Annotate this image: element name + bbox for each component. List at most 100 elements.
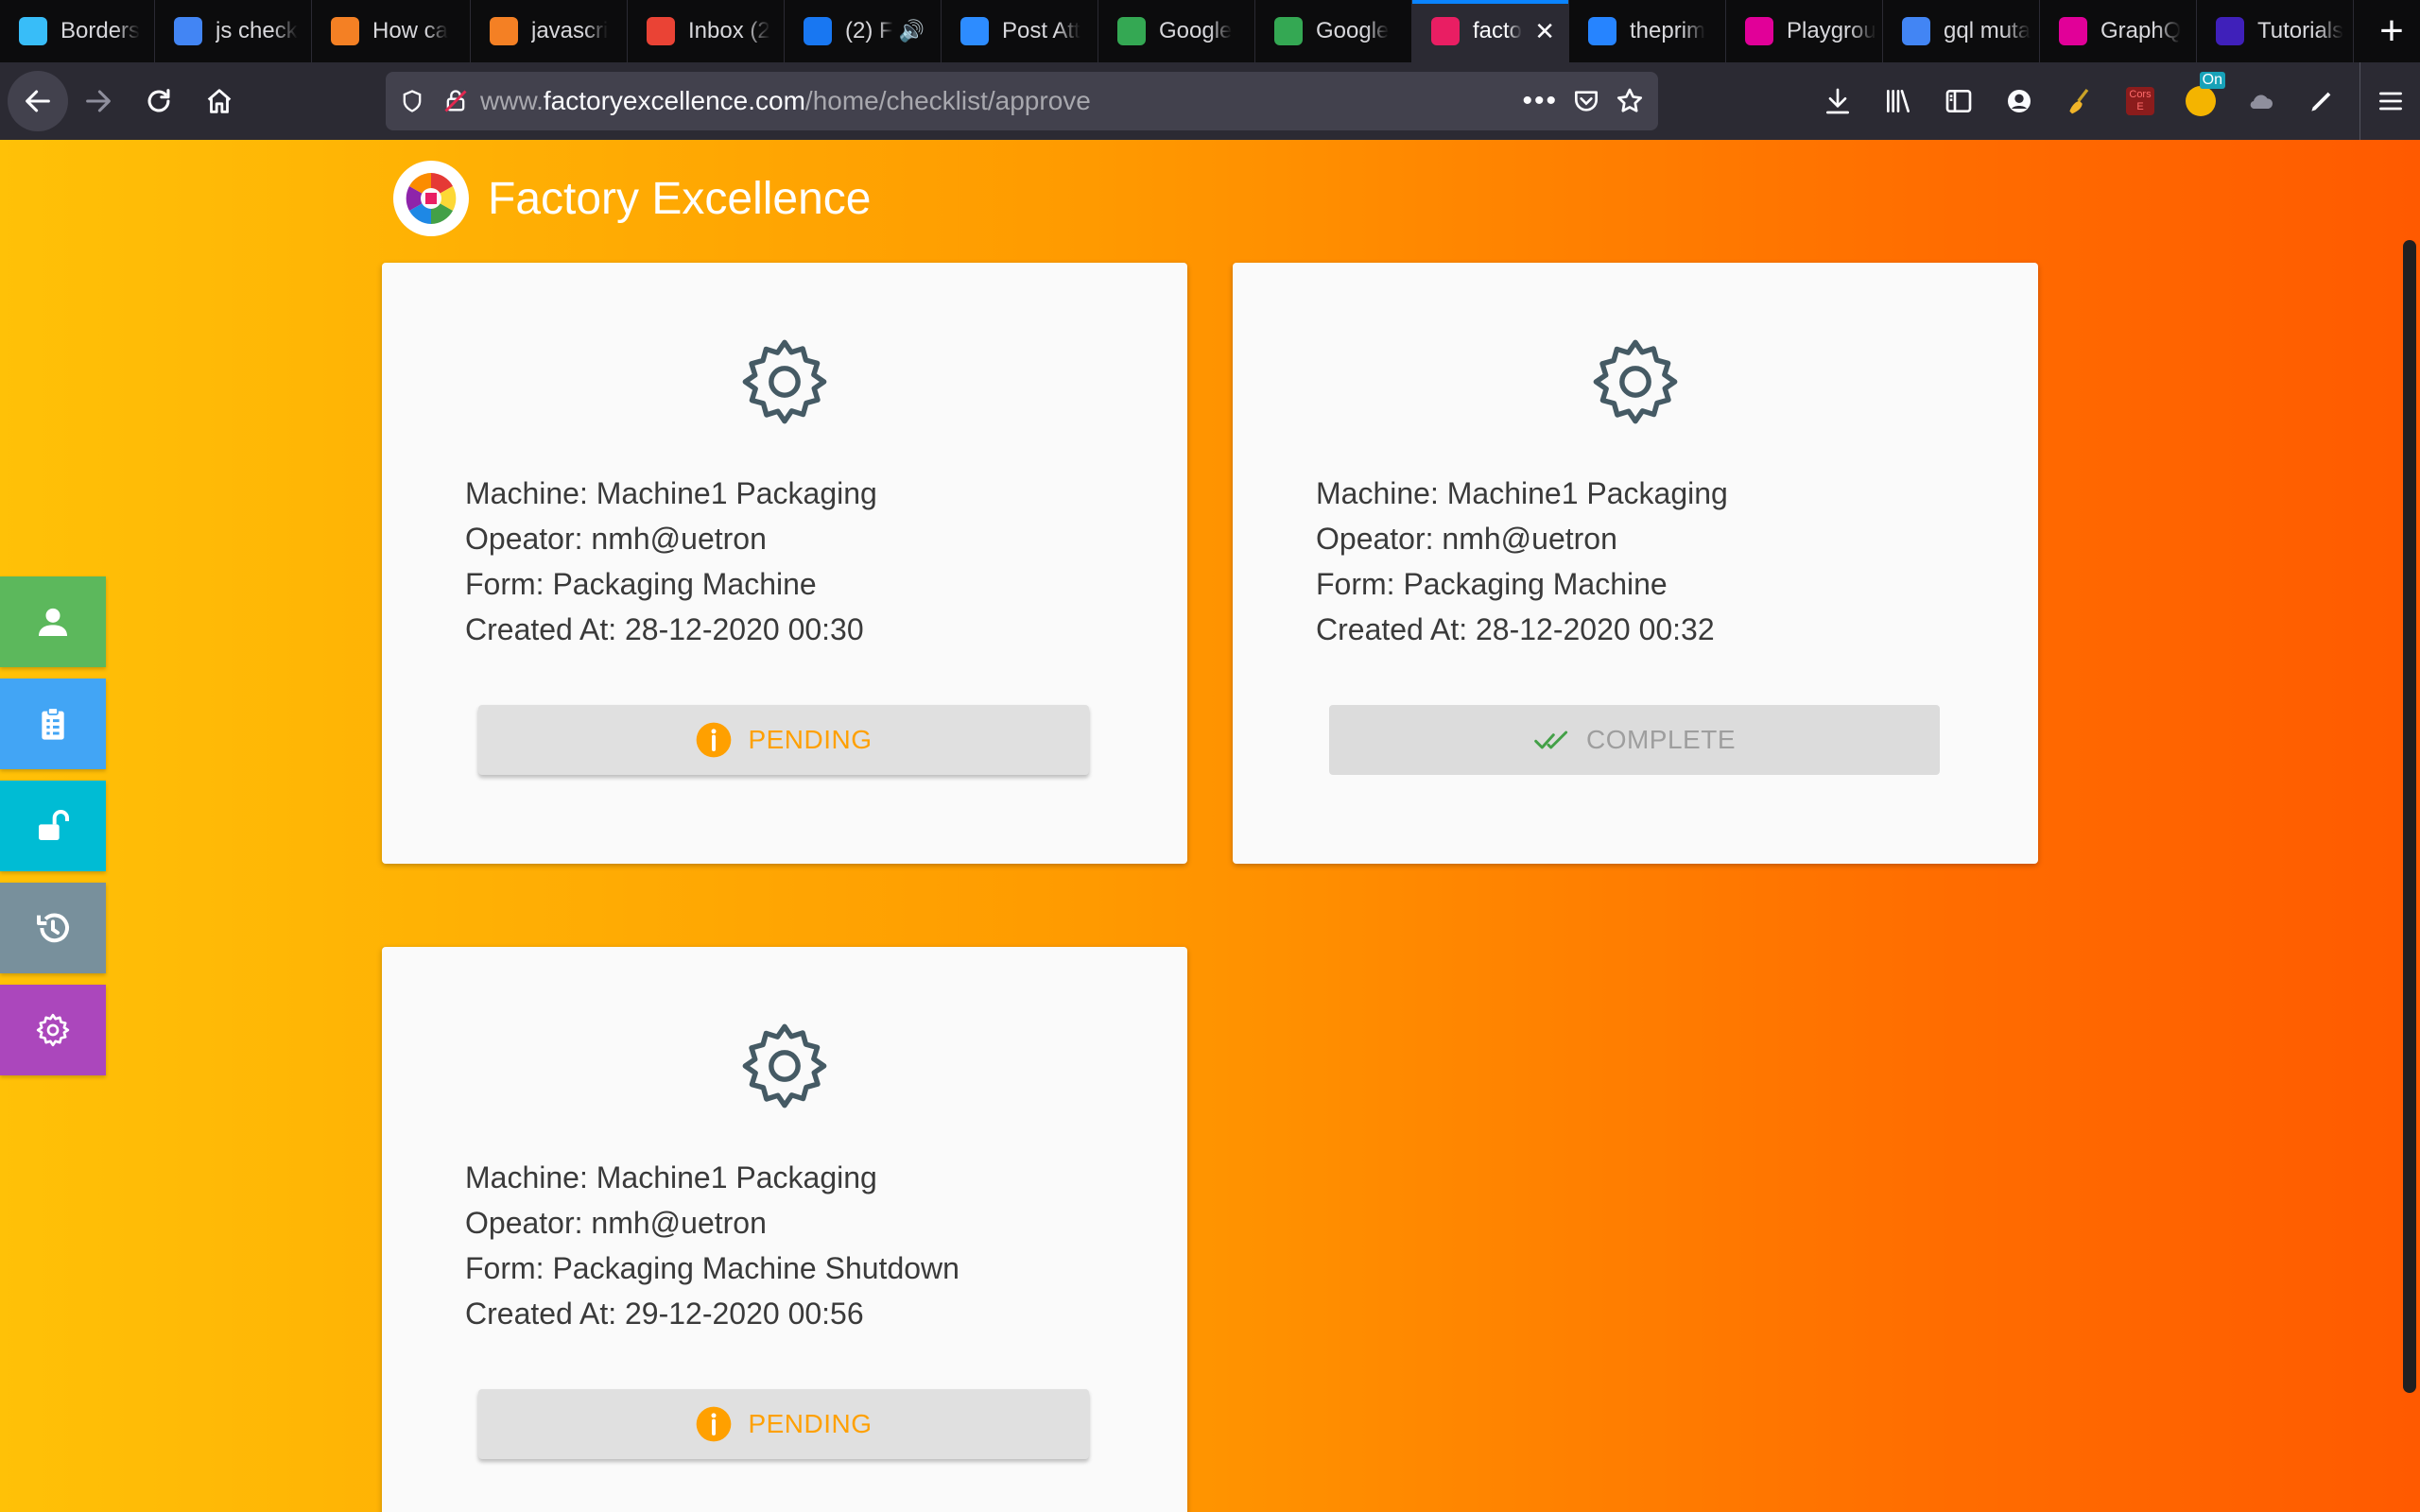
tracking-shield-icon[interactable] bbox=[386, 72, 439, 130]
factory-icon bbox=[1431, 17, 1460, 45]
google-icon bbox=[174, 17, 202, 45]
info-icon bbox=[695, 721, 733, 759]
tab-label: Google bbox=[1159, 18, 1233, 43]
extension-toggle-button[interactable]: On bbox=[2170, 62, 2231, 140]
checklist-card[interactable]: Machine: Machine1 Packaging Opeator: nmh… bbox=[382, 263, 1187, 864]
complete-status-button: COMPLETE bbox=[1329, 705, 1940, 775]
reload-button[interactable] bbox=[129, 71, 189, 131]
factory-logo-icon[interactable] bbox=[393, 161, 469, 236]
side-menu-settings[interactable] bbox=[0, 985, 106, 1075]
library-button[interactable] bbox=[1868, 62, 1928, 140]
reload-icon bbox=[147, 89, 170, 112]
browser-tab[interactable]: javascri bbox=[471, 0, 628, 62]
bitbucket-icon bbox=[1588, 17, 1616, 45]
page-scrollbar[interactable] bbox=[2403, 240, 2416, 1393]
checklist-card[interactable]: Machine: Machine1 Packaging Opeator: nmh… bbox=[1233, 263, 2038, 864]
url-bar[interactable]: www.factoryexcellence.com/home/checklist… bbox=[386, 72, 1658, 130]
tab-label: theprim bbox=[1630, 18, 1706, 43]
browser-tab[interactable]: GraphQ bbox=[2040, 0, 2197, 62]
new-tab-button[interactable]: + bbox=[2363, 0, 2420, 62]
download-icon bbox=[1826, 88, 1849, 114]
extension-pen-button[interactable] bbox=[2291, 62, 2352, 140]
pending-status-button[interactable]: PENDING bbox=[478, 705, 1089, 775]
browser-tab[interactable]: Google bbox=[1255, 0, 1412, 62]
browser-tab[interactable]: js check bbox=[155, 0, 312, 62]
browser-tab[interactable]: How ca bbox=[312, 0, 471, 62]
card-details: Machine: Machine1 Packaging Opeator: nmh… bbox=[465, 1155, 959, 1336]
emoji-icon bbox=[2186, 86, 2216, 116]
machine-label: Machine: Machine1 Packaging bbox=[465, 1160, 877, 1194]
broom-icon bbox=[2069, 88, 2089, 114]
card-details: Machine: Machine1 Packaging Opeator: nmh… bbox=[465, 471, 877, 652]
browser-tab[interactable]: Inbox (2 bbox=[628, 0, 785, 62]
tab-label: Tutorials bbox=[2257, 18, 2344, 43]
tab-label: gql muta bbox=[1944, 18, 2031, 43]
gear-icon bbox=[36, 1013, 70, 1047]
close-tab-icon[interactable]: ✕ bbox=[1534, 17, 1555, 46]
account-button[interactable] bbox=[1989, 62, 2049, 140]
cloud-icon bbox=[2250, 94, 2273, 110]
side-menu-history[interactable] bbox=[0, 883, 106, 973]
operator-label: Opeator: nmh@uetron bbox=[1316, 522, 1617, 556]
browser-tab-bar: Borders js check How ca javascri Inbox (2 (2)… bbox=[0, 0, 2420, 62]
extension-cors-button[interactable]: Cors E bbox=[2110, 62, 2170, 140]
tab-label: Google bbox=[1316, 18, 1390, 43]
speaker-icon[interactable]: 🔊 bbox=[899, 19, 925, 43]
extension-broom-button[interactable] bbox=[2049, 62, 2110, 140]
downloads-button[interactable] bbox=[1807, 62, 1868, 140]
library-icon bbox=[1887, 90, 1910, 112]
form-label: Form: Packaging Machine Shutdown bbox=[465, 1251, 959, 1285]
pocket-icon[interactable] bbox=[1571, 86, 1601, 116]
browser-tab[interactable]: facto ✕ bbox=[1412, 0, 1569, 62]
card-details: Machine: Machine1 Packaging Opeator: nmh… bbox=[1316, 471, 1728, 652]
browser-tab[interactable]: Borders bbox=[0, 0, 155, 62]
form-label: Form: Packaging Machine bbox=[465, 567, 817, 601]
created-at-label: Created At: 28-12-2020 00:30 bbox=[465, 612, 864, 646]
tab-label: Playgrou bbox=[1787, 18, 1876, 43]
gmail-icon bbox=[647, 17, 675, 45]
url-text[interactable]: www.factoryexcellence.com/home/checklist… bbox=[480, 86, 1091, 116]
side-menu-checklist[interactable] bbox=[0, 679, 106, 769]
side-menu bbox=[0, 576, 106, 1087]
browser-tab[interactable]: Google bbox=[1098, 0, 1255, 62]
hamburger-menu-icon bbox=[2378, 92, 2402, 111]
created-at-label: Created At: 29-12-2020 00:56 bbox=[465, 1297, 864, 1331]
side-menu-approve[interactable] bbox=[0, 781, 106, 871]
unlock-icon bbox=[39, 810, 69, 840]
insecure-lock-icon[interactable] bbox=[439, 72, 473, 130]
checklist-card[interactable]: Machine: Machine1 Packaging Opeator: nmh… bbox=[382, 947, 1187, 1512]
user-icon bbox=[39, 608, 67, 636]
tab-label: facto bbox=[1473, 18, 1523, 43]
tab-label: Borders bbox=[60, 18, 141, 43]
bookmark-star-icon[interactable] bbox=[1615, 86, 1645, 116]
page-actions-icon[interactable]: ••• bbox=[1522, 85, 1558, 117]
created-at-label: Created At: 28-12-2020 00:32 bbox=[1316, 612, 1715, 646]
browser-tab[interactable]: gql muta bbox=[1883, 0, 2040, 62]
side-menu-profile[interactable] bbox=[0, 576, 106, 667]
browser-tab[interactable]: Post Att bbox=[942, 0, 1098, 62]
tab-label: javascri bbox=[531, 18, 609, 43]
browser-tab[interactable]: Playgrou bbox=[1726, 0, 1883, 62]
status-label: PENDING bbox=[748, 725, 873, 754]
pending-status-button[interactable]: PENDING bbox=[478, 1389, 1089, 1459]
home-button[interactable] bbox=[189, 71, 250, 131]
pen-icon bbox=[2311, 92, 2331, 112]
graphql-playground-icon bbox=[1745, 17, 1773, 45]
tab-label: GraphQ bbox=[2100, 18, 2182, 43]
sidebar-toggle-button[interactable] bbox=[1928, 62, 1989, 140]
app-menu-button[interactable] bbox=[2360, 62, 2420, 140]
app-header: Factory Excellence bbox=[393, 161, 872, 236]
forward-button[interactable] bbox=[68, 71, 129, 131]
browser-tab[interactable]: Tutorials bbox=[2197, 0, 2354, 62]
extension-badge: On bbox=[2199, 72, 2225, 89]
gear-icon bbox=[742, 1023, 827, 1108]
tab-label: Inbox (2 bbox=[688, 18, 770, 43]
extension-cloud-button[interactable] bbox=[2231, 62, 2291, 140]
operator-label: Opeator: nmh@uetron bbox=[465, 1206, 767, 1240]
status-label: PENDING bbox=[748, 1409, 873, 1438]
browser-tab[interactable]: theprim bbox=[1569, 0, 1726, 62]
back-button[interactable] bbox=[8, 71, 68, 131]
tab-label: How ca bbox=[372, 18, 449, 43]
browser-tab[interactable]: (2) F 🔊 bbox=[785, 0, 942, 62]
tab-label: (2) F bbox=[845, 18, 893, 43]
